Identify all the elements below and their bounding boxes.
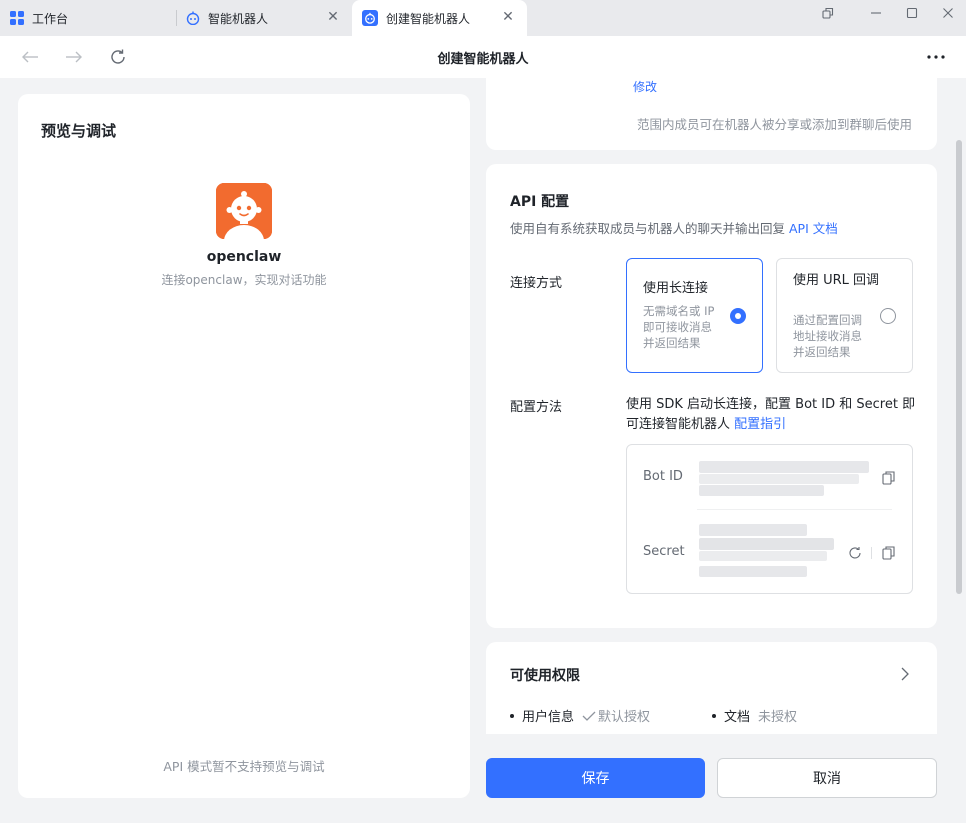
save-button[interactable]: 保存 <box>486 758 705 798</box>
option-title: 使用长连接 <box>643 281 709 296</box>
bot-name: openclaw <box>206 249 282 265</box>
option-description: 通过配置回调地址接收消息并返回结果 <box>793 313 862 359</box>
api-desc-text: 使用自有系统获取成员与机器人的聊天并输出回复 <box>510 221 786 236</box>
chevron-right-icon[interactable] <box>901 666 913 681</box>
check-icon <box>582 711 596 721</box>
tab-label: 创建智能机器人 <box>386 11 471 26</box>
page-title: 创建智能机器人 <box>437 52 529 67</box>
tab-label: 工作台 <box>32 11 69 26</box>
api-doc-link[interactable]: API 文档 <box>789 221 838 236</box>
bot-icon <box>186 11 200 25</box>
modify-link[interactable]: 修改 <box>633 80 657 94</box>
option-title: 使用 URL 回调 <box>793 273 880 288</box>
cancel-button[interactable]: 取消 <box>717 758 937 798</box>
nav-bar: 创建智能机器人 <box>0 36 966 78</box>
api-config-title: API 配置 <box>510 194 570 210</box>
permissions-title: 可使用权限 <box>510 668 580 684</box>
tab-label: 智能机器人 <box>208 11 269 26</box>
credentials-box: Bot ID Secret <box>626 444 913 594</box>
api-config-card: API 配置 使用自有系统获取成员与机器人的聊天并输出回复 API 文档 连接方… <box>486 164 937 628</box>
config-method-label: 配置方法 <box>510 400 563 415</box>
preview-panel: 预览与调试 openclaw 连接openclaw，实现对话功能 API 模式暂… <box>18 94 470 798</box>
refresh-icon[interactable] <box>847 545 863 561</box>
radio-selected[interactable] <box>730 308 746 324</box>
connection-method-label: 连接方式 <box>510 276 563 291</box>
option-long-connection[interactable]: 使用长连接 无需域名或 IP 即可接收消息并返回结果 <box>626 258 763 373</box>
preview-title: 预览与调试 <box>41 122 117 140</box>
minimize-icon[interactable] <box>866 4 886 22</box>
tab-workbench[interactable]: 工作台 <box>10 0 175 36</box>
divider <box>871 547 872 559</box>
api-config-description: 使用自有系统获取成员与机器人的聊天并输出回复 API 文档 <box>510 218 838 237</box>
permission-docs: 文档 未授权 <box>712 706 797 725</box>
permission-status: 未授权 <box>758 706 797 725</box>
permission-status-text: 未授权 <box>758 710 798 725</box>
scope-note: 范围内成员可在机器人被分享或添加到群聊后使用 <box>636 117 912 132</box>
permission-label: 文档 <box>724 710 751 725</box>
more-options-icon[interactable] <box>924 46 948 68</box>
permission-status-text: 默认授权 <box>598 710 651 725</box>
secret-label: Secret <box>643 544 685 559</box>
permissions-card[interactable]: 可使用权限 用户信息 默认授权 文档 未授权 <box>486 642 937 734</box>
close-window-icon[interactable] <box>938 4 958 22</box>
preview-unsupported-note: API 模式暂不支持预览与调试 <box>163 759 325 774</box>
bot-description: 连接openclaw，实现对话功能 <box>161 273 327 287</box>
bot-avatar <box>216 183 272 239</box>
divider <box>697 509 892 510</box>
scope-card: 修改 范围内成员可在机器人被分享或添加到群聊后使用 <box>486 78 937 150</box>
scrollbar[interactable] <box>956 140 962 594</box>
permission-label: 用户信息 <box>522 710 575 725</box>
tab-divider <box>176 10 177 26</box>
config-method-text: 使用 SDK 启动长连接，配置 Bot ID 和 Secret 即可连接智能机器… <box>626 395 916 435</box>
close-icon[interactable]: ✕ <box>501 10 515 24</box>
bot-icon <box>362 10 378 26</box>
permission-user-info: 用户信息 默认授权 <box>510 706 650 725</box>
grid-apps-icon <box>10 11 24 25</box>
config-guide-link[interactable]: 配置指引 <box>734 417 786 432</box>
close-icon[interactable]: ✕ <box>326 10 340 24</box>
copy-icon[interactable] <box>880 470 896 486</box>
radio-unselected[interactable] <box>880 308 896 324</box>
permission-status: 默认授权 <box>582 706 650 725</box>
option-url-callback[interactable]: 使用 URL 回调 通过配置回调地址接收消息并返回结果 <box>776 258 913 373</box>
maximize-icon[interactable] <box>902 4 922 22</box>
bot-id-label: Bot ID <box>643 469 683 484</box>
bullet <box>510 713 514 718</box>
detach-window-icon[interactable] <box>818 4 838 22</box>
bullet <box>712 713 716 718</box>
tab-bar: 工作台 智能机器人 ✕ 创建智能机器人 ✕ <box>0 0 966 36</box>
copy-icon[interactable] <box>880 545 896 561</box>
option-description: 无需域名或 IP 即可接收消息并返回结果 <box>643 304 715 350</box>
content-area: 预览与调试 openclaw 连接openclaw，实现对话功能 API 模式暂… <box>0 78 966 823</box>
tab-smart-bot[interactable]: 智能机器人 ✕ <box>186 0 350 36</box>
tab-create-bot[interactable]: 创建智能机器人 ✕ <box>352 0 527 36</box>
